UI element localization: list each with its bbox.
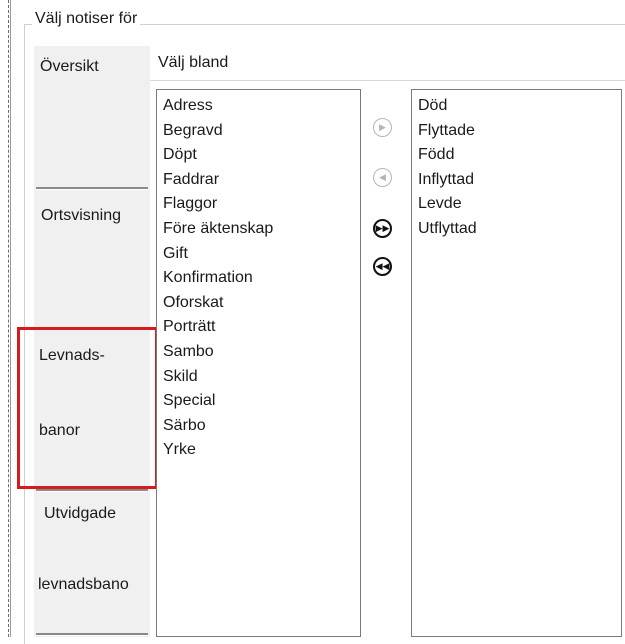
chevron-right-icon: ▶	[379, 122, 386, 132]
list-item[interactable]: Flaggor	[163, 192, 360, 217]
nav-item-levnadsbanor[interactable]: Levnads- banor	[34, 331, 150, 486]
list-item[interactable]: Porträtt	[163, 315, 360, 340]
nav-item-oversikt[interactable]: Översikt	[34, 46, 150, 186]
list-item[interactable]: Död	[418, 94, 621, 119]
list-item[interactable]: Skild	[163, 365, 360, 390]
nav-item-utvidgade-levnadsbanor[interactable]: Utvidgade levnadsbano	[34, 492, 150, 632]
add-one-button[interactable]: ▶	[373, 118, 392, 137]
list-item[interactable]: Döpt	[163, 143, 360, 168]
available-notices-list[interactable]: Adress Begravd Döpt Faddrar Flaggor Före äkte…	[156, 89, 361, 637]
list-item[interactable]: Oforskat	[163, 291, 360, 316]
nav-item-label: Ortsvisning	[41, 207, 122, 224]
list-item[interactable]: Faddrar	[163, 168, 360, 193]
list-item[interactable]: Inflyttad	[418, 168, 621, 193]
list-item[interactable]: Gift	[163, 242, 360, 267]
remove-all-button[interactable]: ◀◀	[373, 257, 392, 276]
list-item[interactable]: Sambo	[163, 340, 360, 365]
content-divider	[150, 80, 625, 81]
list-item[interactable]: Konfirmation	[163, 266, 360, 291]
selected-notices-list[interactable]: Död Flyttade Född Inflyttad Levde Utflyttad	[411, 89, 622, 637]
groupbox-left-border	[24, 24, 25, 644]
list-item[interactable]: Levde	[418, 192, 621, 217]
list-item[interactable]: Särbo	[163, 414, 360, 439]
list-item[interactable]: Utflyttad	[418, 217, 621, 242]
nav-item-label-line1: Utvidgade	[44, 505, 117, 522]
add-all-button[interactable]: ▶▶	[373, 219, 392, 238]
list-item[interactable]: Yrke	[163, 438, 360, 463]
nav-item-label-line1: Levnads-	[39, 347, 105, 364]
nav-item-ortsvisning[interactable]: Ortsvisning	[34, 190, 150, 330]
chevron-left-icon: ◀	[379, 172, 386, 182]
list-item[interactable]: Född	[418, 143, 621, 168]
nav-item-label: Översikt	[40, 58, 99, 75]
list-item[interactable]: Flyttade	[418, 119, 621, 144]
nav-item-label-line2: levnadsbano	[38, 576, 129, 593]
select-from-label: Välj bland	[158, 54, 229, 71]
double-chevron-left-icon: ◀◀	[375, 261, 390, 271]
window-left-edge	[0, 0, 11, 637]
nav-separator	[36, 633, 148, 636]
remove-one-button[interactable]: ◀	[373, 168, 392, 187]
groupbox-title: Välj notiser för	[32, 9, 141, 29]
nav-panel: Översikt Ortsvisning Levnads- banor Utvi…	[34, 46, 150, 637]
nav-item-label-line2: banor	[39, 422, 80, 439]
list-item[interactable]: Special	[163, 389, 360, 414]
double-chevron-right-icon: ▶▶	[375, 223, 390, 233]
list-item[interactable]: Före äktenskap	[163, 217, 360, 242]
list-item[interactable]: Begravd	[163, 119, 360, 144]
list-item[interactable]: Adress	[163, 94, 360, 119]
